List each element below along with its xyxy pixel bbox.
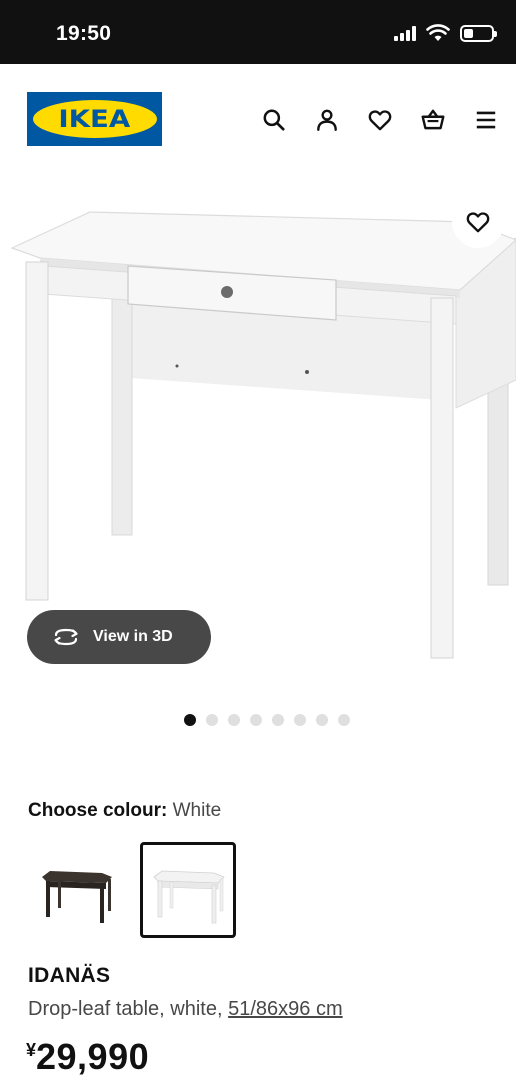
view-in-3d-button[interactable]: View in 3D (27, 610, 211, 664)
view-in-3d-label: View in 3D (93, 628, 173, 645)
colour-heading: Choose colour: White (28, 800, 221, 822)
white-table-thumbnail (153, 870, 225, 924)
carousel-dot[interactable] (272, 714, 284, 726)
colour-swatches (28, 842, 236, 938)
table-leg-back-left (111, 279, 133, 536)
cellular-signal-icon (394, 25, 416, 41)
carousel-dot-active[interactable] (184, 714, 196, 726)
carousel-dot[interactable] (294, 714, 306, 726)
account-icon[interactable] (307, 102, 347, 138)
colour-swatch-white[interactable] (140, 842, 236, 938)
product-description-text: Drop-leaf table, white, (28, 998, 229, 1020)
carousel-dot[interactable] (228, 714, 240, 726)
status-time: 19:50 (56, 22, 112, 45)
product-description: Drop-leaf table, white, 51/86x96 cm (28, 998, 343, 1021)
product-price: ¥ 29,990 (26, 1036, 149, 1078)
drawer-knob (221, 286, 233, 298)
table-leg-front-right (430, 297, 454, 659)
carousel-dot[interactable] (250, 714, 262, 726)
favourites-icon[interactable] (360, 102, 400, 138)
price-amount: 29,990 (36, 1036, 150, 1077)
status-bar: 19:50 (0, 0, 516, 64)
carousel-dot[interactable] (206, 714, 218, 726)
black-brown-table-thumbnail (42, 871, 112, 923)
colour-value: White (172, 800, 222, 821)
carousel-dot[interactable] (338, 714, 350, 726)
battery-icon (460, 24, 497, 42)
product-name: IDANÄS (28, 964, 111, 987)
save-to-favourites-button[interactable] (452, 196, 504, 248)
header-actions (241, 102, 506, 138)
heart-icon (466, 212, 490, 233)
logo-text: IKEA (58, 105, 131, 133)
shopping-bag-icon[interactable] (413, 102, 453, 138)
menu-icon[interactable] (466, 102, 506, 138)
image-carousel-dots (184, 714, 350, 726)
rotate-3d-icon (54, 628, 78, 646)
product-dimensions-link[interactable]: 51/86x96 cm (228, 998, 343, 1020)
table-leg-front-left (25, 261, 49, 601)
colour-label: Choose colour: (28, 800, 168, 821)
logo-oval: IKEA (32, 100, 157, 138)
colour-swatch-black-brown[interactable] (28, 842, 124, 938)
site-header: IKEA (0, 64, 516, 174)
search-icon[interactable] (254, 102, 294, 138)
status-icons (394, 24, 497, 42)
ikea-logo[interactable]: IKEA (27, 92, 162, 146)
price-currency: ¥ (26, 1040, 37, 1060)
wifi-icon (426, 24, 450, 41)
carousel-dot[interactable] (316, 714, 328, 726)
